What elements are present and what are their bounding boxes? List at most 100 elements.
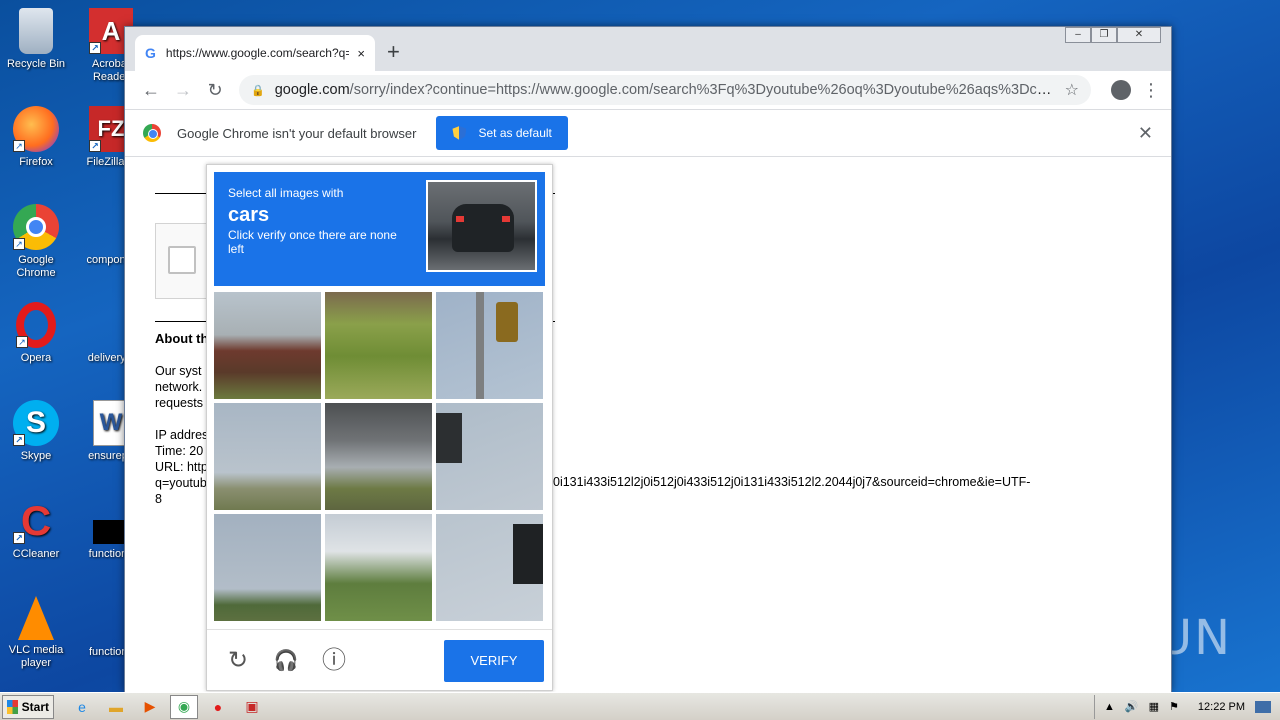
chrome-logo-icon (143, 124, 161, 142)
vlc-cone-icon (18, 596, 54, 640)
recycle-bin-icon (19, 8, 53, 54)
challenge-tile[interactable] (214, 514, 321, 621)
lock-icon[interactable]: 🔒 (251, 84, 265, 97)
challenge-tile[interactable] (325, 292, 432, 399)
desktop-icon-recycle-bin[interactable]: Recycle Bin (1, 8, 71, 71)
set-as-default-button[interactable]: Set as default (436, 116, 568, 150)
explorer-taskbar-icon[interactable]: ▬ (102, 695, 130, 719)
desktop-icon-vlc[interactable]: VLC media player (1, 596, 71, 670)
shortcut-arrow-icon: ↗ (16, 336, 28, 348)
challenge-prompt-object: cars (228, 204, 270, 226)
show-desktop-icon[interactable] (1255, 700, 1271, 713)
tab-strip: G https://www.google.com/search?q= × + –… (125, 27, 1171, 71)
challenge-image-grid (214, 292, 545, 623)
menu-kebab-icon[interactable]: ⋮ (1141, 80, 1161, 101)
shortcut-arrow-icon: ↗ (13, 140, 25, 152)
google-favicon-icon: G (145, 45, 156, 61)
shortcut-arrow-icon: ↗ (13, 532, 25, 544)
car-shape (452, 204, 514, 252)
windows-flag-icon (7, 699, 18, 714)
ie-taskbar-icon[interactable]: e (68, 695, 96, 719)
infobar-message: Google Chrome isn't your default browser (177, 125, 417, 141)
challenge-header: Select all images with cars Click verify… (214, 172, 545, 286)
opera-icon: ↗ (16, 302, 56, 348)
opera-taskbar-icon[interactable]: ● (204, 695, 232, 719)
tab-active[interactable]: G https://www.google.com/search?q= × (135, 35, 375, 71)
restore-button[interactable]: ❐ (1091, 27, 1117, 43)
verify-button[interactable]: VERIFY (444, 640, 544, 682)
start-button[interactable]: Start (2, 694, 54, 719)
challenge-tile[interactable] (214, 292, 321, 399)
desktop-icon-label: Skype (20, 450, 52, 462)
desktop-icon-label: CCleaner (12, 548, 60, 560)
reload-challenge-icon[interactable]: ↻ (223, 646, 253, 676)
audio-challenge-icon[interactable]: 🎧 (271, 646, 301, 676)
set-as-default-label: Set as default (478, 126, 552, 140)
profile-avatar-icon[interactable] (1111, 80, 1131, 100)
app-taskbar-icon[interactable]: ▣ (238, 695, 266, 719)
challenge-tile[interactable] (436, 514, 543, 621)
address-bar[interactable]: 🔒 google.com/sorry/index?continue=https:… (239, 75, 1091, 105)
challenge-tile[interactable] (325, 403, 432, 510)
challenge-tile[interactable] (325, 514, 432, 621)
shortcut-arrow-icon: ↗ (89, 140, 101, 152)
url-host: google.com (274, 82, 350, 98)
challenge-tile[interactable] (436, 292, 543, 399)
infobar-close-icon[interactable]: ✕ (1138, 123, 1153, 144)
shortcut-arrow-icon: ↗ (89, 42, 101, 54)
bookmark-star-icon[interactable]: ☆ (1065, 80, 1079, 100)
desktop-icon-label: Opera (20, 352, 52, 364)
desktop-icon-ccleaner[interactable]: C ↗ CCleaner (1, 498, 71, 561)
challenge-footer: ↻ 🎧 ⓘ VERIFY (207, 629, 552, 691)
network-icon[interactable]: ▦ (1149, 700, 1159, 713)
info-icon[interactable]: ⓘ (319, 646, 349, 676)
back-arrow-icon[interactable]: ← (135, 80, 167, 101)
about-heading: About th (155, 331, 209, 346)
challenge-instructions: Click verify once there are none left (228, 228, 397, 256)
chrome-icon: ↗ (13, 204, 59, 250)
desktop-icon-label: Recycle Bin (6, 58, 66, 70)
tail-light (502, 216, 510, 222)
desktop-icon-google-chrome[interactable]: ↗ Google Chrome (1, 204, 71, 280)
ccleaner-icon: C ↗ (13, 498, 59, 544)
start-label: Start (21, 699, 49, 714)
forward-arrow-icon[interactable]: → (167, 80, 199, 101)
desktop-icon-label: VLC media player (8, 644, 64, 669)
tab-title: https://www.google.com/search?q= (165, 46, 350, 60)
default-browser-infobar: Google Chrome isn't your default browser… (125, 109, 1171, 157)
skype-icon: S ↗ (13, 400, 59, 446)
sample-car-image (426, 180, 537, 272)
pole-shape (476, 292, 484, 399)
recaptcha-challenge: Select all images with cars Click verify… (206, 164, 553, 691)
desktop-icon-firefox[interactable]: ↗ Firefox (1, 106, 71, 169)
desktop-icon-opera[interactable]: ↗ Opera (1, 302, 71, 365)
traffic-light-shape (496, 302, 518, 342)
browser-toolbar: ← → ↻ 🔒 google.com/sorry/index?continue=… (125, 71, 1171, 109)
tab-close-icon[interactable]: × (357, 46, 365, 61)
tray-expand-icon[interactable]: ▲ (1104, 701, 1115, 713)
close-window-button[interactable]: ✕ (1117, 27, 1161, 43)
desktop-icon-label: Google Chrome (16, 254, 56, 279)
media-player-taskbar-icon[interactable]: ▶ (136, 695, 164, 719)
reload-icon[interactable]: ↻ (199, 80, 231, 101)
traffic-light-shape (513, 524, 543, 584)
address-url[interactable]: google.com/sorry/index?continue=https://… (275, 82, 1057, 98)
chrome-taskbar-icon[interactable]: ◉ (170, 694, 198, 719)
challenge-tile[interactable] (436, 403, 543, 510)
system-tray: ▲ 🔊 ▦ ⚑ 12:22 PM (1094, 694, 1280, 719)
volume-icon[interactable]: 🔊 (1125, 700, 1139, 713)
recaptcha-checkbox[interactable] (168, 246, 196, 274)
minimize-button[interactable]: – (1065, 27, 1091, 43)
shortcut-arrow-icon: ↗ (13, 238, 25, 250)
tail-light (456, 216, 464, 222)
firefox-icon: ↗ (13, 106, 59, 152)
clock[interactable]: 12:22 PM (1198, 701, 1245, 713)
challenge-tile[interactable] (214, 403, 321, 510)
desktop-icon-skype[interactable]: S ↗ Skype (1, 400, 71, 463)
action-center-flag-icon[interactable]: ⚑ (1169, 700, 1179, 713)
window-controls: – ❐ ✕ (1065, 27, 1161, 43)
new-tab-button[interactable]: + (387, 39, 400, 65)
shortcut-arrow-icon: ↗ (13, 434, 25, 446)
challenge-prompt-small: Select all images with (228, 186, 344, 200)
desktop-icon-label: Firefox (19, 156, 53, 168)
